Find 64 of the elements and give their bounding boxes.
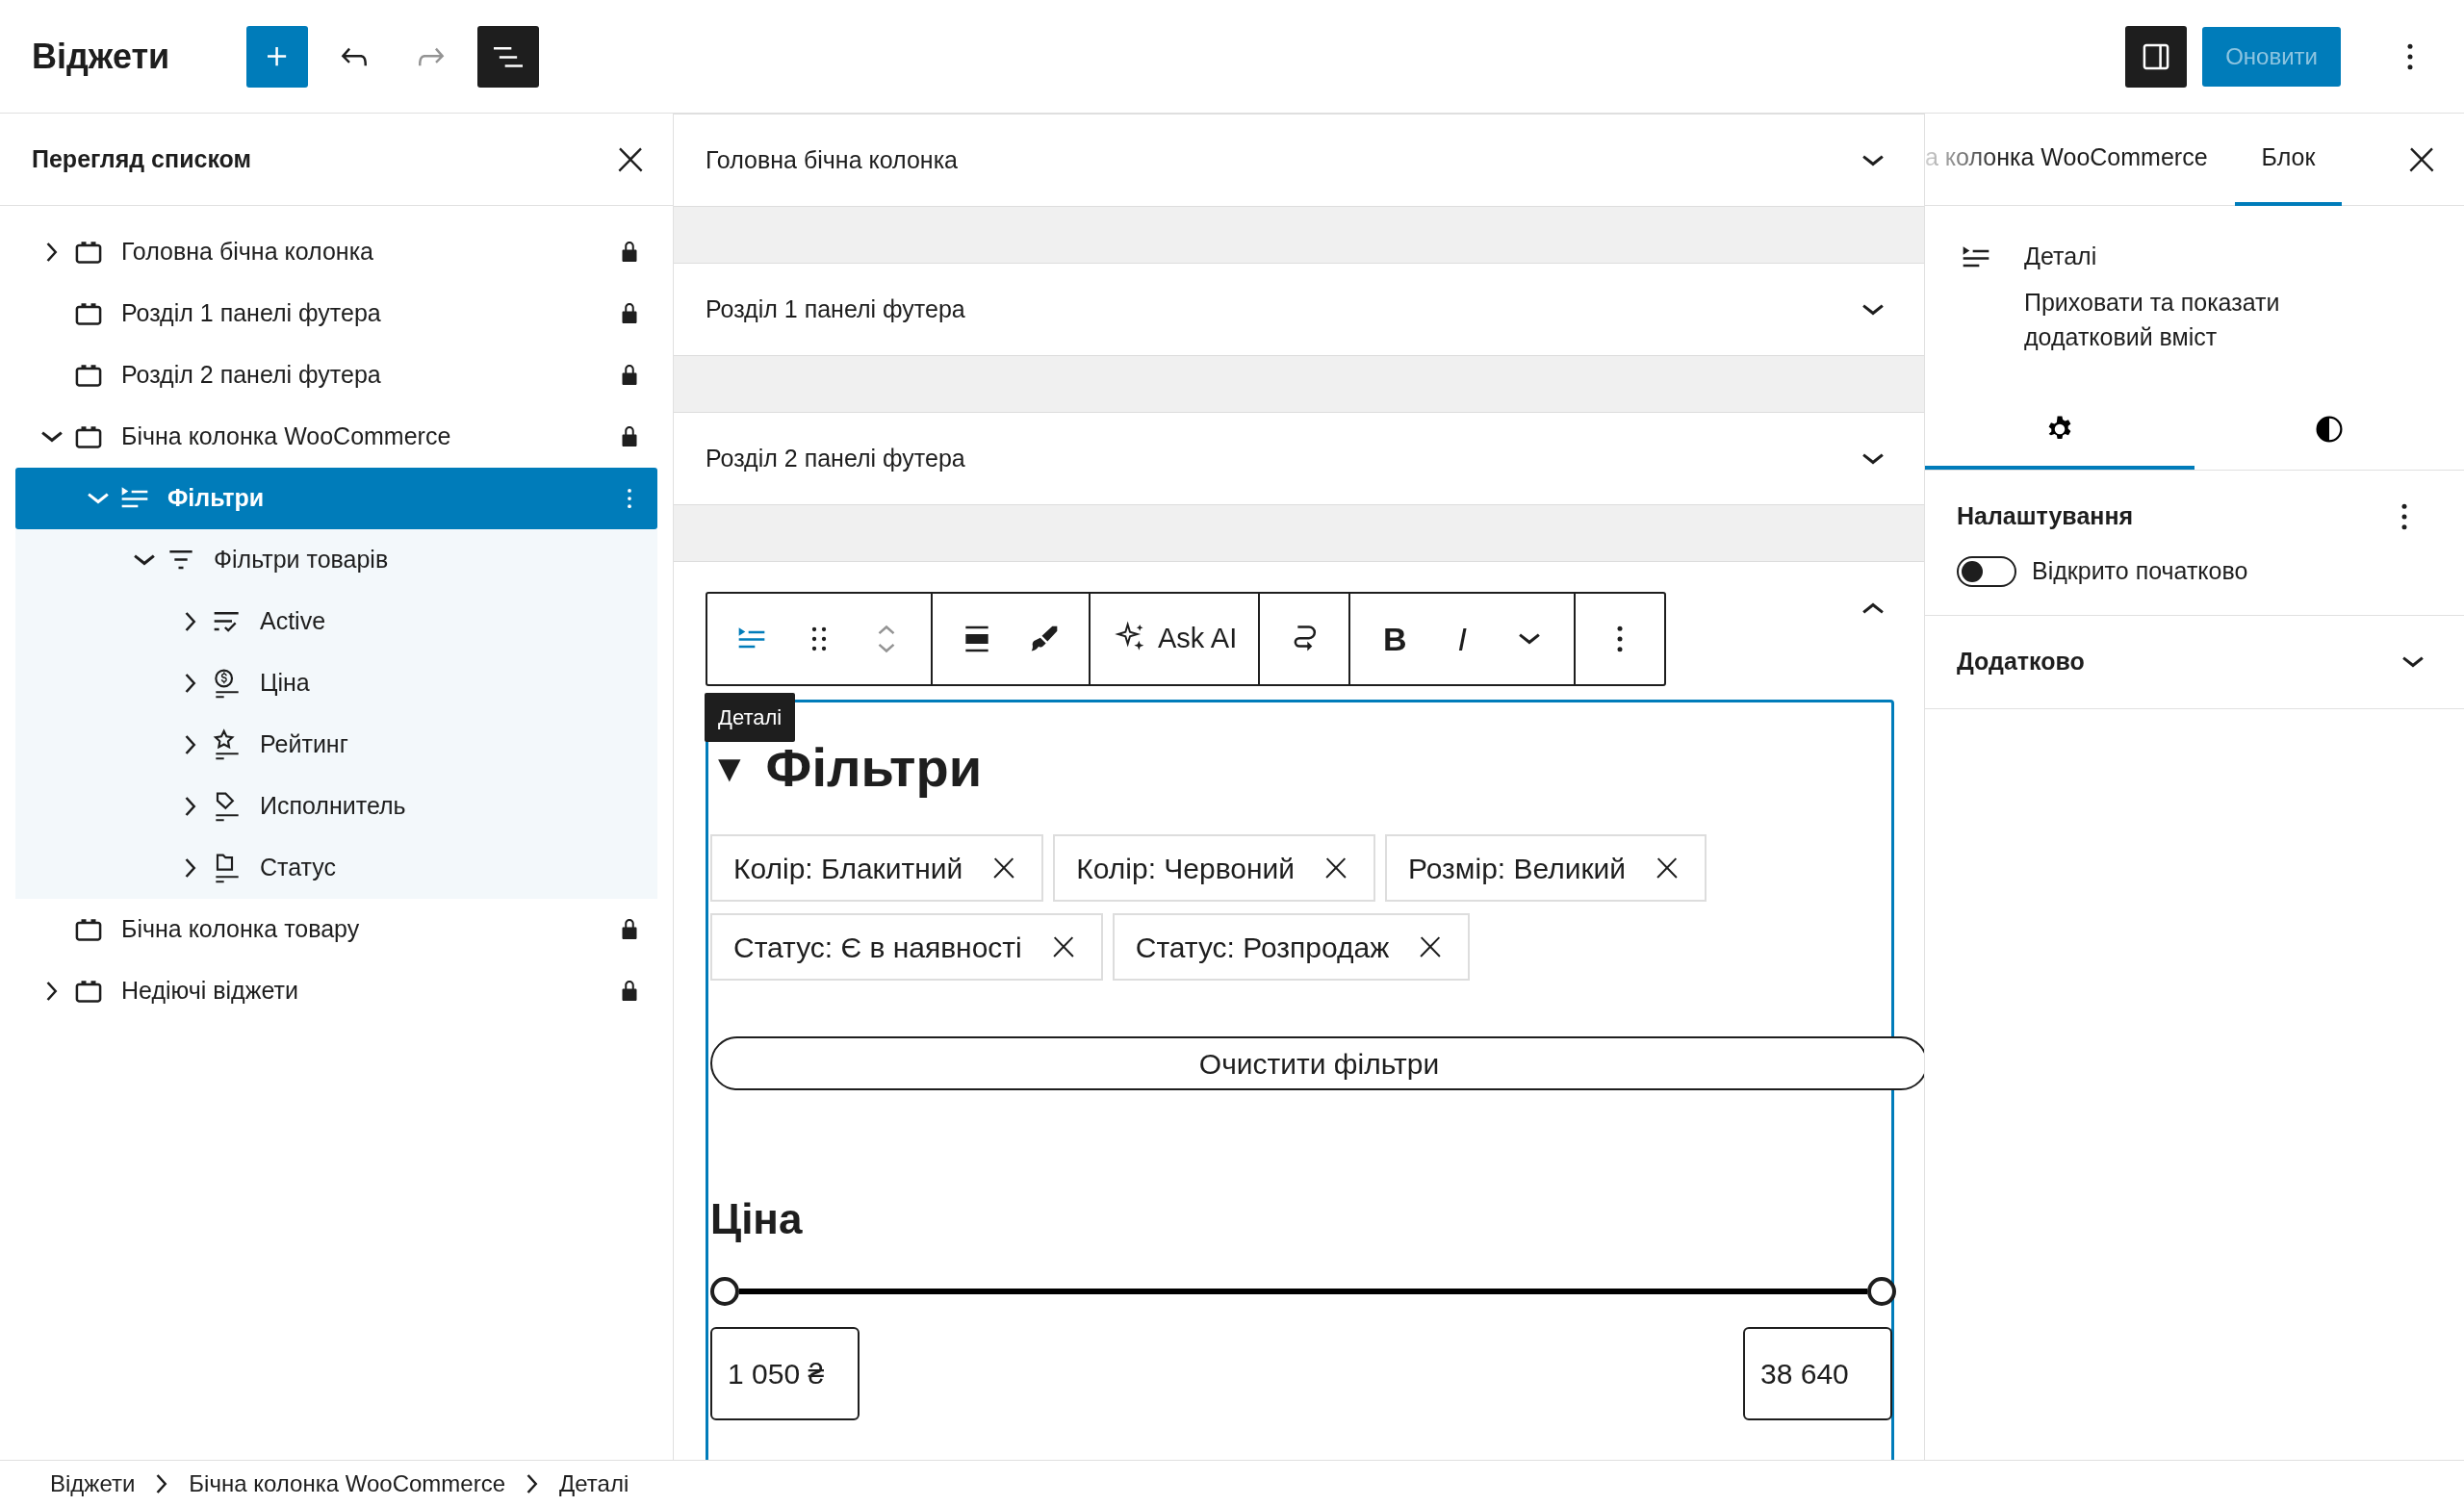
chevron-down-icon	[2402, 655, 2424, 668]
slider-handle[interactable]	[710, 1277, 739, 1307]
breadcrumb-separator-icon	[156, 1473, 168, 1493]
price-slider-track[interactable]	[739, 1289, 1867, 1295]
tooltip: Деталі	[705, 693, 796, 742]
toggle-label: Відкрито початково	[2032, 556, 2248, 586]
add-block-button[interactable]	[246, 25, 309, 88]
breadcrumb-separator-icon	[526, 1473, 538, 1493]
toggle-switch[interactable]	[1957, 555, 2016, 587]
expand-chevron-icon[interactable]	[46, 242, 58, 262]
list-item[interactable]: Ціна	[15, 652, 657, 714]
clear-filters-button[interactable]: Очистити фільтри	[710, 1036, 1924, 1091]
expand-chevron-icon[interactable]	[185, 674, 196, 693]
expand-chevron-icon[interactable]	[185, 858, 196, 878]
list-item[interactable]: Рейтинг	[15, 714, 657, 776]
price-heading: Ціна	[710, 1198, 804, 1241]
filter-chip[interactable]: Колір: Блакитний	[710, 834, 1044, 903]
italic-button[interactable]: I	[1433, 605, 1492, 673]
breadcrumb-link[interactable]: Віджети	[50, 1466, 136, 1501]
sidebar-tab[interactable]: а колонка WooCommerce	[1925, 113, 2235, 206]
filter-chip[interactable]: Статус: Є в наявності	[710, 913, 1103, 982]
disclosure-marker[interactable]: ▼	[710, 744, 749, 791]
widget-area-header[interactable]: Розділ 1 панелі футера	[674, 263, 1924, 356]
expand-chevron-icon[interactable]	[185, 612, 196, 631]
ask-ai-button[interactable]: Ask AI	[1106, 605, 1244, 673]
chevron-down-icon	[1862, 154, 1884, 166]
filter-chip[interactable]: Розмір: Великий	[1385, 834, 1707, 903]
list-view-button[interactable]	[477, 25, 540, 88]
widget-area-header[interactable]: Головна бічна колонка	[674, 114, 1924, 207]
list-item[interactable]: Розділ 1 панелі футера	[15, 283, 657, 345]
settings-sidebar-button[interactable]	[2125, 25, 2188, 88]
list-item[interactable]: Active	[15, 591, 657, 652]
panel-header[interactable]: Додатково	[1957, 615, 2424, 708]
page-title: Віджети	[32, 35, 170, 78]
chevron-down-icon	[1862, 452, 1884, 465]
expand-chevron-icon[interactable]	[185, 735, 196, 754]
block-title: Деталі	[2024, 242, 2098, 271]
sidebar-tab[interactable]: Блок	[2234, 113, 2343, 206]
list-item[interactable]: Бічна колонка WooCommerce	[15, 406, 657, 468]
list-item[interactable]: Розділ 2 панелі футера	[15, 345, 657, 406]
max-price-field[interactable]: 38 640	[1743, 1327, 1892, 1421]
collapse-chevron-icon[interactable]	[41, 431, 63, 443]
list-item[interactable]: Недіючі віджети	[15, 960, 657, 1022]
block-description: Приховати та показати додатковий вміст	[2024, 287, 2281, 352]
chevron-up-icon[interactable]	[1862, 602, 1884, 614]
breadcrumb-link[interactable]: Деталі	[559, 1466, 629, 1501]
widget-area-header[interactable]: Розділ 2 панелі футера	[674, 412, 1924, 505]
list-item[interactable]: Фільтри товарів	[15, 529, 657, 591]
panel-title: Перегляд списком	[32, 143, 251, 174]
bold-button[interactable]: B	[1366, 605, 1424, 673]
collapse-chevron-icon[interactable]	[134, 554, 155, 566]
chevron-down-icon	[1862, 303, 1884, 316]
list-item[interactable]: Исполнитель	[15, 776, 657, 837]
list-item[interactable]: Бічна колонка товару	[15, 899, 657, 960]
slider-handle[interactable]	[1867, 1277, 1896, 1307]
list-item[interactable]: Статус	[15, 837, 657, 899]
filter-chip[interactable]: Статус: Розпродаж	[1112, 913, 1471, 982]
min-price-field[interactable]: 1 050 ₴	[710, 1327, 860, 1421]
breadcrumb-link[interactable]: Бічна колонка WooCommerce	[189, 1466, 505, 1501]
filter-chip[interactable]: Колір: Червоний	[1053, 834, 1376, 903]
expand-chevron-icon[interactable]	[185, 797, 196, 816]
list-item[interactable]: Головна бічна колонка	[15, 221, 657, 283]
chevron-down-icon[interactable]	[1519, 633, 1541, 645]
expand-chevron-icon[interactable]	[46, 982, 58, 1001]
